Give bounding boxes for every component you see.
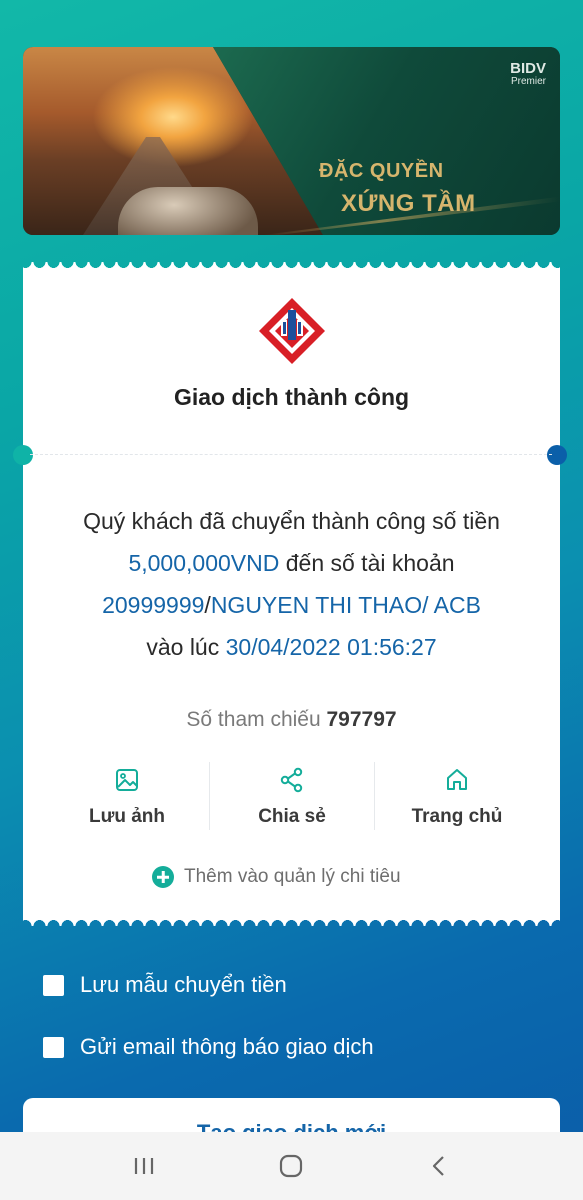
msg-text-1: Quý khách đã chuyển thành công số tiền [83, 508, 500, 534]
bank-logo-icon [259, 298, 325, 364]
add-to-expense-manager-link[interactable]: Thêm vào quản lý chi tiêu [152, 864, 401, 890]
recipient-account: 20999999 [102, 592, 205, 618]
brand-name: BIDV [510, 60, 546, 77]
brand-sub: Premier [510, 76, 546, 87]
share-icon [280, 767, 303, 793]
save-image-button[interactable]: Lưu ảnh [45, 762, 209, 830]
banner-slogan-line2: XỨNG TẦM [341, 190, 476, 217]
recent-apps-icon [134, 1158, 153, 1174]
receipt-actions: Lưu ảnh Chia sẻ Trang chủ [45, 762, 539, 830]
save-template-checkbox[interactable]: Lưu mẫu chuyển tiền [43, 972, 287, 998]
share-label: Chia sẻ [258, 806, 326, 827]
save-template-label: Lưu mẫu chuyển tiền [80, 972, 287, 997]
banner-people [118, 187, 258, 235]
recipient-name-bank: NGUYEN THI THAO/ ACB [210, 592, 481, 618]
home-nav-button[interactable] [261, 1141, 321, 1191]
add-expense-label: Thêm vào quản lý chi tiêu [184, 866, 401, 887]
share-button[interactable]: Chia sẻ [209, 762, 374, 830]
back-button[interactable] [409, 1141, 469, 1191]
msg-text-2: đến số tài khoản [279, 550, 455, 576]
image-icon [116, 769, 138, 791]
promo-banner[interactable]: BIDV Premier ĐẶC QUYỀN XỨNG TẦM [23, 47, 560, 235]
recent-apps-button[interactable] [114, 1141, 174, 1191]
home-label: Trang chủ [411, 806, 503, 827]
checkbox-box[interactable] [43, 1036, 64, 1058]
checkbox-box[interactable] [43, 974, 64, 996]
transfer-message: Quý khách đã chuyển thành công số tiền 5… [43, 500, 540, 668]
reference-value: 797797 [326, 708, 397, 731]
system-nav-bar [0, 1132, 583, 1200]
send-email-checkbox[interactable]: Gửi email thông báo giao dịch [43, 1034, 374, 1060]
home-button[interactable]: Trang chủ [374, 762, 539, 830]
banner-slogan-line1: ĐẶC QUYỀN [319, 160, 444, 182]
reference-number: Số tham chiếu 797797 [23, 708, 560, 732]
receipt-divider [30, 454, 552, 455]
home-icon [447, 769, 467, 790]
bidv-premier-logo: BIDV Premier [510, 61, 546, 87]
transfer-datetime: 30/04/2022 01:56:27 [225, 634, 437, 660]
home-nav-icon [280, 1154, 303, 1178]
transfer-amount: 5,000,000VND [128, 550, 280, 576]
msg-text-4: vào lúc [146, 634, 226, 660]
transaction-status-title: Giao dịch thành công [173, 384, 410, 410]
plus-circle-icon [152, 866, 174, 888]
save-image-label: Lưu ảnh [88, 806, 166, 827]
receipt-notch-right [547, 445, 567, 465]
back-icon [433, 1156, 444, 1176]
receipt-notch-left [13, 445, 33, 465]
reference-label: Số tham chiếu [186, 708, 321, 731]
send-email-label: Gửi email thông báo giao dịch [80, 1034, 374, 1059]
